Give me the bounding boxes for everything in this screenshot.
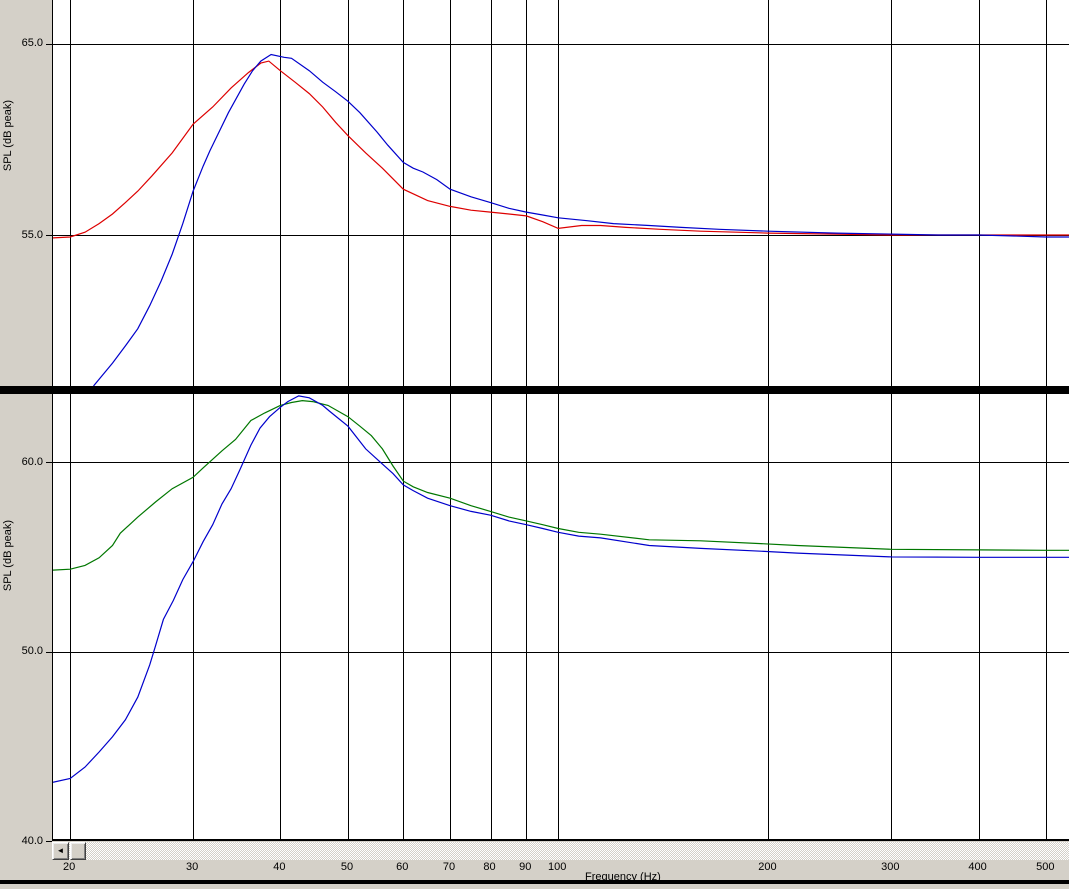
top-blue-trace: [93, 53, 1069, 386]
top-y-axis-margin: SPL (dB peak) 65.0 55.0: [0, 0, 52, 386]
h-scrollbar-track[interactable]: [52, 842, 1069, 860]
x-tick-label: 90: [519, 861, 532, 873]
y-tick-mark: [46, 44, 52, 45]
y-tick-label: 40.0: [21, 834, 43, 847]
y-tick-mark: [46, 652, 52, 653]
top-plot-panel: SPL (dB peak) 65.0 55.0: [0, 0, 1069, 386]
x-tick-label: 200: [758, 861, 777, 873]
y-tick-label: 65.0: [21, 37, 43, 50]
bottom-plot-svg: [53, 394, 1069, 841]
top-y-axis-title: SPL (dB peak): [2, 100, 14, 172]
y-tick-mark: [46, 462, 52, 463]
y-tick-mark: [46, 235, 52, 236]
h-scrollbar-thumb[interactable]: [70, 842, 86, 860]
x-tick-label: 20: [63, 861, 76, 873]
bottom-blue-trace: [53, 395, 1069, 783]
x-tick-label: 70: [442, 861, 456, 873]
top-plot-svg: [53, 0, 1069, 386]
scroll-left-arrow-icon: ◄: [56, 846, 65, 855]
x-tick-label: 500: [1036, 861, 1055, 873]
x-tick-label: 100: [548, 861, 567, 873]
x-tick-label: 400: [968, 861, 987, 873]
x-tick-label: 30: [185, 861, 199, 873]
bottom-border-line: [0, 880, 1069, 884]
y-tick-label: 50.0: [21, 645, 43, 658]
y-tick-label: 55.0: [21, 228, 43, 241]
x-tick-label: 60: [396, 861, 409, 873]
top-plot-area[interactable]: [52, 0, 1069, 386]
bottom-y-axis-title: SPL (dB peak): [2, 520, 14, 592]
panel-divider: [0, 386, 1069, 394]
x-axis-band: Frequency (Hz) 20 30 40 50 60 70 80 90 100 200 300…: [0, 860, 1069, 889]
bottom-plot-area[interactable]: [52, 394, 1069, 841]
top-red-trace: [53, 60, 1069, 239]
x-tick-label: 50: [340, 861, 354, 873]
bottom-green-trace: [53, 399, 1069, 571]
x-tick-label: 300: [881, 861, 900, 873]
h-scrollbar: ◄: [52, 842, 1069, 860]
y-tick-label: 60.0: [21, 455, 43, 468]
scroll-left-button[interactable]: ◄: [52, 842, 69, 860]
bottom-y-axis-margin: SPL (dB peak) 60.0 50.0 40.0: [0, 394, 52, 847]
bottom-plot-panel: SPL (dB peak) 60.0 50.0 40.0: [0, 394, 1069, 847]
x-tick-label: 40: [273, 861, 286, 873]
app-window: SPL (dB peak) 65.0 55.0 SPL (dB peak) 60.…: [0, 0, 1069, 889]
x-tick-label: 80: [483, 861, 496, 873]
